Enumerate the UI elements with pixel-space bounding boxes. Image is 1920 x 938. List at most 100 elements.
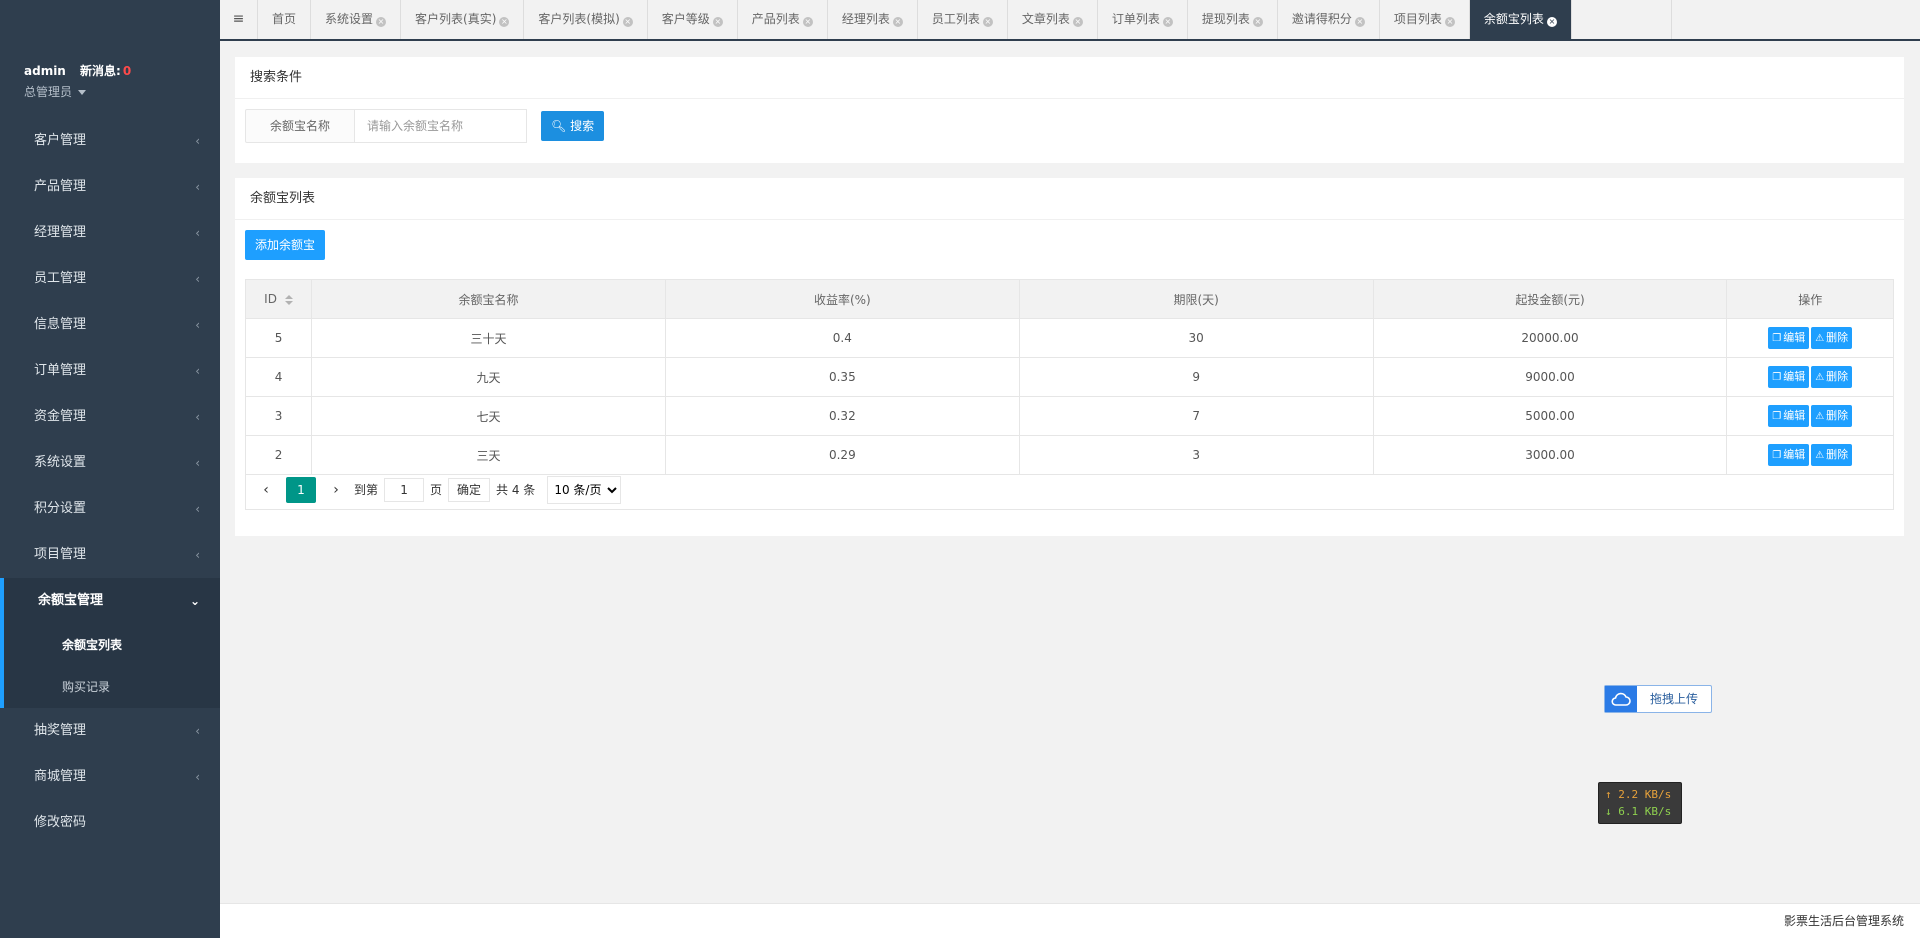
tab-manager-list[interactable]: 经理列表 ×	[828, 0, 918, 39]
edit-button[interactable]: ❐ 编辑	[1768, 444, 1810, 466]
tab-bar-spacer	[1572, 0, 1672, 39]
tab-order-list[interactable]: 订单列表 ×	[1098, 0, 1188, 39]
search-label: 余额宝名称	[245, 109, 355, 143]
table-row: 3 七天 0.32 7 5000.00 ❐ 编辑 ⚠ 删除	[244, 396, 1894, 436]
tab-product-list[interactable]: 产品列表 ×	[738, 0, 828, 39]
net-speed-widget: ↑ 2.2 KB/s ↓ 6.1 KB/s	[1598, 782, 1682, 824]
close-icon[interactable]: ×	[1252, 17, 1263, 27]
cell-actions: ❐ 编辑 ⚠ 删除	[1726, 396, 1894, 436]
sidebar-item-system[interactable]: 系统设置 ‹	[0, 440, 220, 486]
close-icon[interactable]: ×	[802, 17, 813, 27]
tab-customer-level[interactable]: 客户等级 ×	[648, 0, 738, 39]
close-icon[interactable]: ×	[1354, 17, 1365, 27]
sidebar-item-points[interactable]: 积分设置 ‹	[0, 486, 220, 532]
cell-id: 2	[244, 435, 313, 475]
tab-customer-mock[interactable]: 客户列表(模拟) ×	[524, 0, 648, 39]
chevron-left-icon: ‹	[195, 770, 200, 784]
close-icon[interactable]: ×	[1444, 17, 1455, 27]
chevron-left-icon: ‹	[195, 724, 200, 738]
new-message-label[interactable]: 新消息:	[80, 64, 121, 78]
copy-icon: ❐	[1772, 450, 1782, 461]
next-page-icon[interactable]: ›	[324, 482, 348, 498]
search-button[interactable]: 🔍︎ 搜索	[541, 111, 605, 141]
close-icon[interactable]: ×	[1162, 17, 1173, 27]
tab-article-list[interactable]: 文章列表 ×	[1008, 0, 1098, 39]
current-page[interactable]: 1	[286, 476, 316, 503]
cell-id: 3	[244, 396, 313, 436]
menu-toggle-icon[interactable]: ≡	[220, 0, 258, 39]
close-icon[interactable]: ×	[376, 17, 387, 27]
delete-button[interactable]: ⚠ 删除	[1811, 327, 1853, 349]
table-row: 2 三天 0.29 3 3000.00 ❐ 编辑 ⚠ 删除	[244, 435, 1894, 475]
drag-upload-button[interactable]: 拖拽上传	[1604, 685, 1712, 713]
delete-button[interactable]: ⚠ 删除	[1811, 366, 1853, 388]
sort-icon[interactable]	[284, 294, 293, 305]
user-role-dropdown[interactable]: 总管理员	[24, 83, 131, 100]
per-page-select[interactable]: 10 条/页	[547, 475, 622, 504]
tab-customer-real[interactable]: 客户列表(真实) ×	[401, 0, 525, 39]
main-content: 搜索条件 余额宝名称 🔍︎ 搜索 余额宝列表 添加余额宝 ID 余额宝名称 收益…	[220, 41, 1920, 903]
goto-label: 到第	[354, 483, 379, 497]
cell-days: 30	[1018, 318, 1374, 358]
cell-id: 4	[244, 357, 313, 397]
sidebar-item-product[interactable]: 产品管理 ‹	[0, 164, 220, 210]
cell-actions: ❐ 编辑 ⚠ 删除	[1726, 435, 1894, 475]
close-icon[interactable]: ×	[622, 17, 633, 27]
sidebar-item-info[interactable]: 信息管理 ‹	[0, 302, 220, 348]
sidebar-item-mall[interactable]: 商城管理 ‹	[0, 754, 220, 800]
sidebar-item-yuebao[interactable]: 余额宝管理 ⌄	[4, 578, 220, 624]
tab-withdraw-list[interactable]: 提现列表 ×	[1188, 0, 1278, 39]
edit-button[interactable]: ❐ 编辑	[1768, 327, 1810, 349]
col-id[interactable]: ID	[244, 279, 313, 319]
edit-button[interactable]: ❐ 编辑	[1768, 366, 1810, 388]
delete-button[interactable]: ⚠ 删除	[1811, 405, 1853, 427]
goto-page-input[interactable]	[384, 477, 425, 502]
goto-confirm-button[interactable]: 确定	[448, 477, 491, 502]
sidebar-item-lottery[interactable]: 抽奖管理 ‹	[0, 708, 220, 754]
cell-days: 3	[1018, 435, 1374, 475]
delete-button[interactable]: ⚠ 删除	[1811, 444, 1853, 466]
upload-speed: ↑ 2.2 KB/s	[1605, 788, 1672, 801]
edit-button[interactable]: ❐ 编辑	[1768, 405, 1810, 427]
tab-invite-points[interactable]: 邀请得积分 ×	[1278, 0, 1380, 39]
sidebar-item-project[interactable]: 项目管理 ‹	[0, 532, 220, 578]
tab-system-settings[interactable]: 系统设置 ×	[311, 0, 402, 39]
cell-name: 七天	[311, 396, 666, 436]
cell-rate: 0.35	[664, 357, 1020, 397]
new-message-count[interactable]: 0	[123, 64, 131, 78]
sidebar-subitem-yuebao-list[interactable]: 余额宝列表	[4, 624, 220, 666]
search-icon: 🔍︎	[551, 119, 567, 133]
sidebar-item-funds[interactable]: 资金管理 ‹	[0, 394, 220, 440]
close-icon[interactable]: ×	[1072, 17, 1083, 27]
tab-staff-list[interactable]: 员工列表 ×	[918, 0, 1008, 39]
drag-upload-label: 拖拽上传	[1649, 692, 1698, 706]
warning-icon: ⚠	[1815, 372, 1825, 383]
sidebar-item-change-password[interactable]: 修改密码	[0, 800, 220, 846]
close-icon[interactable]: ×	[892, 17, 903, 27]
tab-yuebao-list[interactable]: 余额宝列表 ×	[1469, 0, 1572, 39]
sidebar-subitem-purchase-records[interactable]: 购买记录	[4, 666, 220, 708]
close-icon[interactable]: ×	[982, 17, 993, 27]
close-icon[interactable]: ×	[712, 17, 723, 27]
add-yuebao-button[interactable]: 添加余额宝	[245, 230, 326, 260]
close-icon[interactable]: ×	[499, 17, 510, 27]
col-days: 期限(天)	[1018, 279, 1374, 319]
chevron-left-icon: ‹	[195, 456, 200, 470]
cloud-upload-icon	[1605, 686, 1637, 712]
warning-icon: ⚠	[1815, 333, 1825, 344]
sidebar-item-order[interactable]: 订单管理 ‹	[0, 348, 220, 394]
chevron-left-icon: ‹	[195, 272, 200, 286]
footer: 影票生活后台管理系统	[220, 903, 1920, 938]
col-name: 余额宝名称	[311, 279, 666, 319]
search-input[interactable]	[355, 109, 527, 143]
sidebar-item-manager[interactable]: 经理管理 ‹	[0, 210, 220, 256]
list-card: 余额宝列表 添加余额宝 ID 余额宝名称 收益率(%) 期限(天) 起投金额(元…	[235, 178, 1904, 536]
prev-page-icon[interactable]: ‹	[254, 482, 278, 498]
tabs: 首页 系统设置 × 客户列表(真实) × 客户列表(模拟) × 客户等级 × 产品列表 ×…	[258, 0, 1672, 39]
search-card-title: 搜索条件	[235, 57, 1904, 99]
close-icon[interactable]: ×	[1546, 17, 1557, 27]
sidebar-item-customer[interactable]: 客户管理 ‹	[0, 118, 220, 164]
tab-project-list[interactable]: 项目列表 ×	[1380, 0, 1470, 39]
sidebar-item-staff[interactable]: 员工管理 ‹	[0, 256, 220, 302]
tab-home[interactable]: 首页	[258, 0, 312, 39]
